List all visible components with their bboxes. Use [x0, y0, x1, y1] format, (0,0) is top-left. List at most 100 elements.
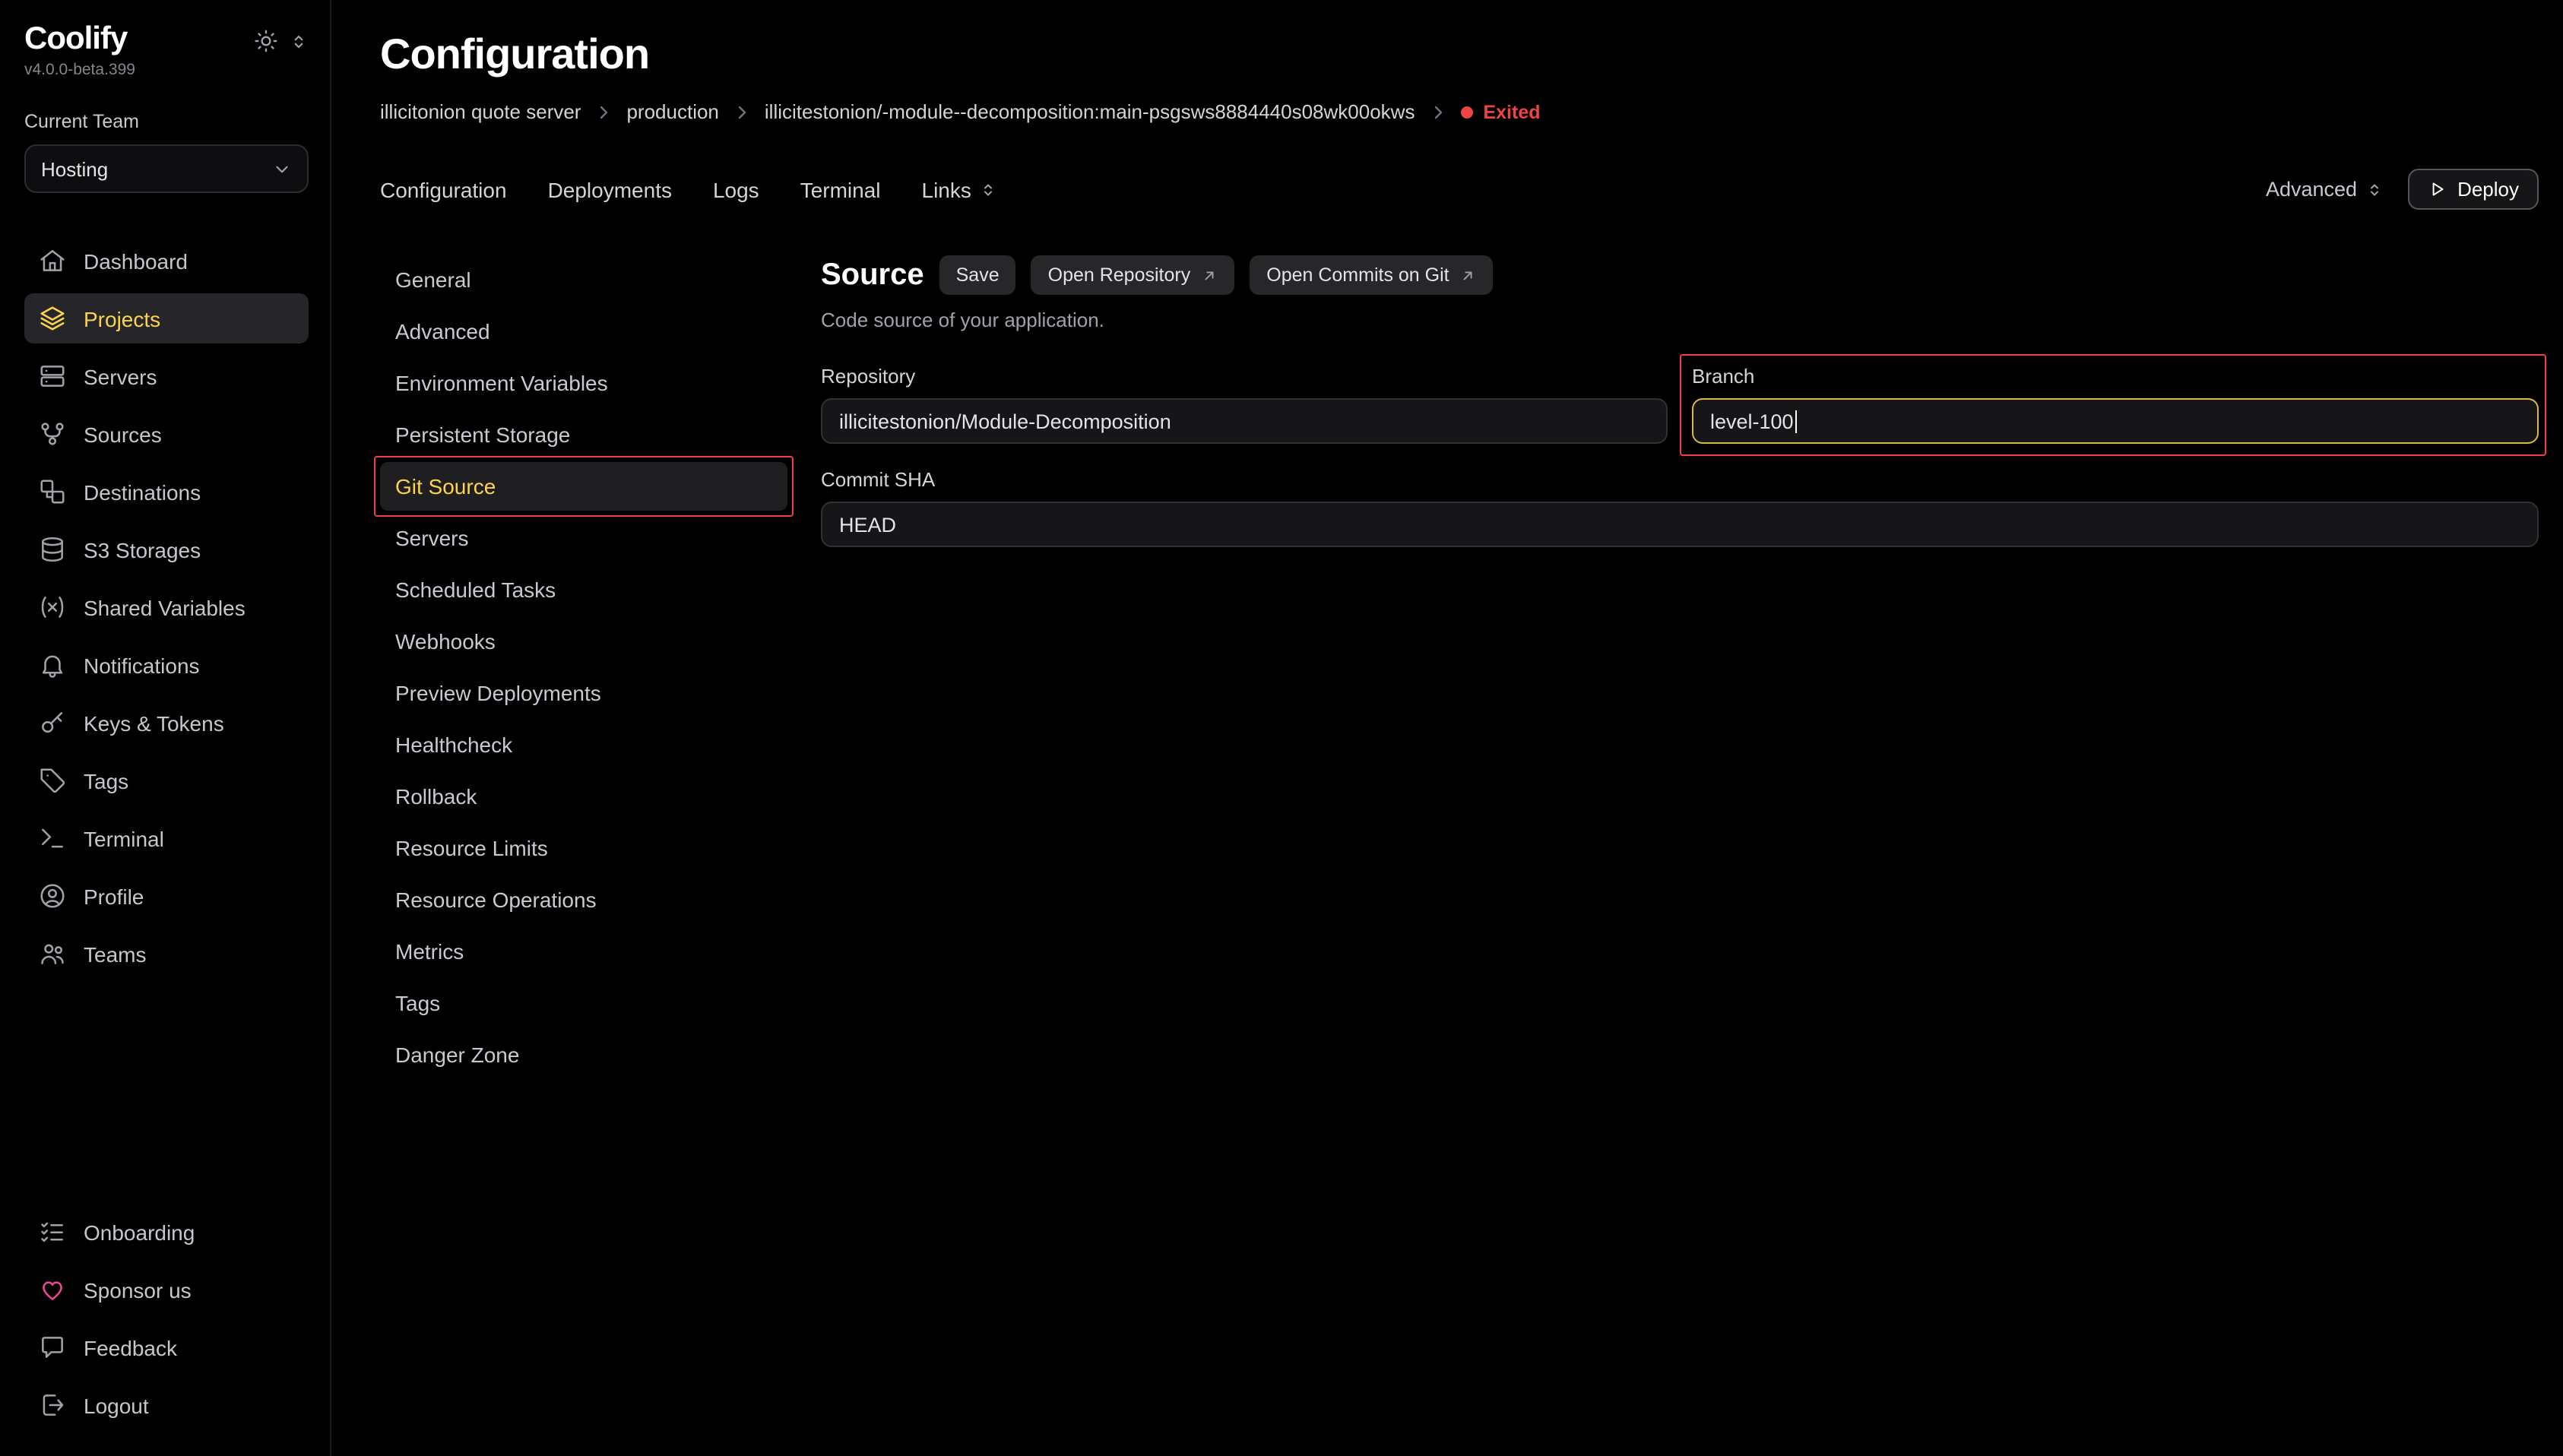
- subnav-item-webhooks[interactable]: Webhooks: [380, 617, 787, 666]
- subnav-item-danger-zone[interactable]: Danger Zone: [380, 1030, 787, 1079]
- git-source-panel: Source Save Open Repository Open Commits…: [821, 255, 2539, 1082]
- sidebar-item-tags[interactable]: Tags: [24, 755, 309, 806]
- sidebar-item-label: Servers: [84, 364, 157, 388]
- sidebar-item-label: Sources: [84, 422, 162, 446]
- breadcrumb-environment[interactable]: production: [626, 100, 718, 123]
- subnav-item-environment-variables[interactable]: Environment Variables: [380, 359, 787, 407]
- logout-icon: [38, 1391, 67, 1420]
- tab-terminal[interactable]: Terminal: [800, 177, 881, 201]
- profile-icon: [38, 882, 67, 910]
- sidebar-item-label: Terminal: [84, 826, 164, 850]
- chevrons-up-down-icon: [2365, 180, 2383, 198]
- sidebar-item-terminal[interactable]: Terminal: [24, 813, 309, 863]
- breadcrumb-project[interactable]: illicitonion quote server: [380, 100, 581, 123]
- sidebar-item-label: Teams: [84, 942, 146, 966]
- advanced-label: Advanced: [2266, 178, 2357, 201]
- subnav-item-git-source[interactable]: Git Source: [380, 462, 787, 511]
- sidebar-item-teams[interactable]: Teams: [24, 929, 309, 979]
- sidebar-item-shared-variables[interactable]: Shared Variables: [24, 582, 309, 632]
- save-button[interactable]: Save: [939, 255, 1016, 295]
- sidebar-footer: Onboarding Sponsor us Feedback Logout: [24, 1207, 309, 1438]
- sidebar-item-sources[interactable]: Sources: [24, 409, 309, 459]
- sidebar-item-label: Tags: [84, 768, 128, 793]
- sidebar-item-s3-storages[interactable]: S3 Storages: [24, 524, 309, 574]
- branch-value: level-100: [1710, 410, 1794, 432]
- sidebar-item-label: Profile: [84, 884, 144, 908]
- sidebar-item-label: Notifications: [84, 653, 200, 677]
- sidebar-item-logout[interactable]: Logout: [24, 1380, 309, 1430]
- subnav-item-rollback[interactable]: Rollback: [380, 772, 787, 821]
- current-team-label: Current Team: [24, 111, 309, 132]
- configuration-content: General Advanced Environment Variables P…: [380, 255, 2539, 1082]
- tab-links-label: Links: [922, 177, 971, 201]
- tag-icon: [38, 766, 67, 795]
- tab-links[interactable]: Links: [922, 177, 997, 201]
- sidebar-item-label: Destinations: [84, 480, 201, 504]
- subnav-item-persistent-storage[interactable]: Persistent Storage: [380, 410, 787, 459]
- chevrons-up-down-icon: [979, 180, 997, 198]
- database-icon: [38, 535, 67, 564]
- branch-input[interactable]: level-100: [1692, 398, 2539, 444]
- sidebar-item-label: Feedback: [84, 1335, 177, 1359]
- subnav-item-advanced[interactable]: Advanced: [380, 307, 787, 356]
- text-cursor: [1795, 410, 1798, 432]
- sidebar-header: Coolify v4.0.0-beta.399: [24, 21, 309, 79]
- repository-field: Repository illicitestonion/Module-Decomp…: [821, 365, 1668, 444]
- page-title: Configuration: [380, 30, 2539, 79]
- destinations-icon: [38, 477, 67, 506]
- branch-field: Branch level-100: [1692, 365, 2539, 444]
- sidebar-item-label: Shared Variables: [84, 595, 246, 619]
- config-subnav: General Advanced Environment Variables P…: [380, 255, 787, 1082]
- sidebar-item-label: Keys & Tokens: [84, 711, 224, 735]
- source-section-description: Code source of your application.: [821, 309, 2539, 331]
- tab-deployments[interactable]: Deployments: [548, 177, 672, 201]
- sidebar-item-feedback[interactable]: Feedback: [24, 1322, 309, 1372]
- subnav-item-preview-deployments[interactable]: Preview Deployments: [380, 669, 787, 717]
- subnav-item-resource-operations[interactable]: Resource Operations: [380, 875, 787, 924]
- key-icon: [38, 708, 67, 737]
- commit-sha-label: Commit SHA: [821, 468, 2539, 491]
- subnav-item-general[interactable]: General: [380, 255, 787, 304]
- open-repository-label: Open Repository: [1048, 264, 1191, 286]
- app-logo: Coolify: [24, 21, 135, 56]
- subnav-item-scheduled-tasks[interactable]: Scheduled Tasks: [380, 565, 787, 614]
- team-select[interactable]: Hosting: [24, 144, 309, 193]
- checklist-icon: [38, 1217, 67, 1246]
- repository-label: Repository: [821, 365, 1668, 388]
- breadcrumb-resource[interactable]: illicitestonion/-module--decomposition:m…: [765, 100, 1415, 123]
- open-repository-button[interactable]: Open Repository: [1031, 255, 1235, 295]
- subnav-item-servers[interactable]: Servers: [380, 514, 787, 562]
- external-link-icon: [1201, 267, 1218, 283]
- subnav-item-healthcheck[interactable]: Healthcheck: [380, 720, 787, 769]
- subnav-item-label: Git Source: [395, 474, 496, 499]
- tab-logs[interactable]: Logs: [713, 177, 759, 201]
- sidebar-item-sponsor-us[interactable]: Sponsor us: [24, 1265, 309, 1315]
- subnav-item-tags[interactable]: Tags: [380, 979, 787, 1027]
- status-dot-icon: [1460, 106, 1472, 118]
- repository-value: illicitestonion/Module-Decomposition: [839, 410, 1171, 432]
- sidebar-item-onboarding[interactable]: Onboarding: [24, 1207, 309, 1257]
- sidebar-item-keys-tokens[interactable]: Keys & Tokens: [24, 698, 309, 748]
- sidebar-item-projects[interactable]: Projects: [24, 293, 309, 343]
- terminal-icon: [38, 824, 67, 853]
- sidebar-item-label: Logout: [84, 1393, 149, 1417]
- sidebar-item-profile[interactable]: Profile: [24, 871, 309, 921]
- sidebar-item-destinations[interactable]: Destinations: [24, 467, 309, 517]
- sidebar-item-servers[interactable]: Servers: [24, 351, 309, 401]
- open-commits-button[interactable]: Open Commits on Git: [1250, 255, 1493, 295]
- subnav-item-resource-limits[interactable]: Resource Limits: [380, 824, 787, 872]
- server-icon: [38, 362, 67, 391]
- chat-icon: [38, 1333, 67, 1362]
- theme-toggle-sun-icon[interactable]: [254, 29, 278, 53]
- version-selector-chevrons-icon[interactable]: [289, 31, 309, 51]
- commit-sha-input[interactable]: HEAD: [821, 502, 2539, 547]
- teams-icon: [38, 939, 67, 968]
- sidebar-item-dashboard[interactable]: Dashboard: [24, 236, 309, 286]
- advanced-dropdown[interactable]: Advanced: [2266, 178, 2383, 201]
- subnav-item-metrics[interactable]: Metrics: [380, 927, 787, 976]
- repository-input[interactable]: illicitestonion/Module-Decomposition: [821, 398, 1668, 444]
- layers-icon: [38, 304, 67, 333]
- deploy-button[interactable]: Deploy: [2407, 169, 2539, 210]
- sidebar-item-notifications[interactable]: Notifications: [24, 640, 309, 690]
- tab-configuration[interactable]: Configuration: [380, 177, 507, 201]
